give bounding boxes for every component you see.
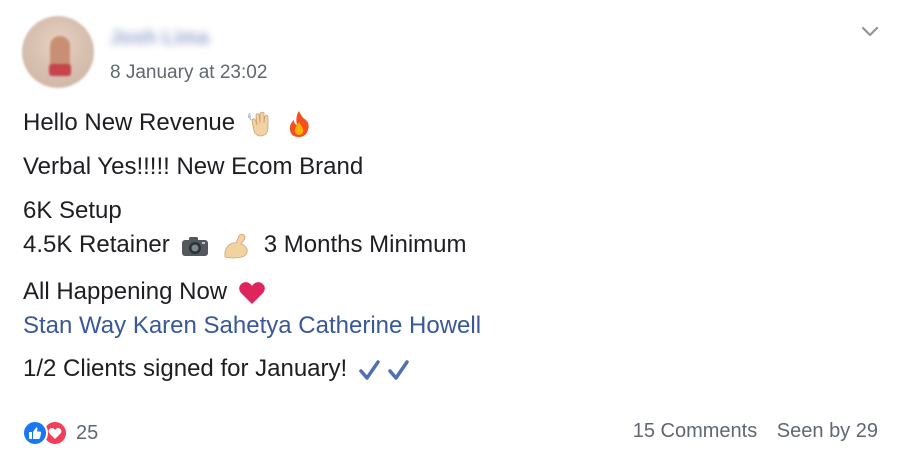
post-text: Verbal Yes!!!!! New Ecom Brand — [23, 153, 364, 180]
post-text: 1/2 Clients signed for January! — [23, 355, 348, 382]
post-line-4: 4.5K Retainer 3 Months Minimum — [23, 230, 467, 261]
post-line-7: 1/2 Clients signed for January! — [23, 354, 409, 384]
post-line-tags: Stan Way Karen Sahetya Catherine Howell — [23, 311, 481, 341]
post-text: All Happening Now — [23, 278, 228, 305]
fire-icon — [290, 110, 310, 137]
flexed-biceps-icon — [224, 233, 248, 259]
camera-icon — [182, 236, 209, 256]
post-line-5: All Happening Now — [23, 277, 266, 307]
avatar[interactable] — [22, 16, 94, 88]
post-line-1: Hello New Revenue — [23, 108, 312, 139]
waving-hand-icon — [247, 111, 269, 137]
avatar-shorts — [49, 64, 71, 76]
post-text: Hello New Revenue — [23, 109, 236, 136]
post-text: 6K Setup — [23, 197, 122, 224]
tagged-user-link[interactable]: Stan Way — [23, 312, 126, 339]
engagement-stats: 15 Comments Seen by 29 — [619, 420, 878, 443]
post-line-3: 6K Setup — [23, 196, 122, 226]
facebook-post: Josh Lima 8 January at 23:02 Hello New R… — [0, 0, 898, 460]
check-mark-icon — [387, 359, 409, 380]
post-text: 3 Months Minimum — [263, 231, 467, 258]
like-reaction-icon — [22, 420, 48, 446]
post-text: 4.5K Retainer — [23, 231, 170, 258]
check-mark-icon — [359, 359, 380, 380]
tagged-user-link[interactable]: Karen Sahetya — [133, 312, 292, 339]
seen-by-link[interactable]: Seen by 29 — [777, 420, 878, 442]
tagged-user-link[interactable]: Catherine Howell — [298, 312, 481, 339]
author-name[interactable]: Josh Lima — [110, 27, 209, 50]
reaction-count: 25 — [76, 421, 99, 444]
post-line-2: Verbal Yes!!!!! New Ecom Brand — [23, 152, 363, 182]
chevron-down-icon[interactable] — [858, 22, 882, 42]
reactions-summary[interactable]: 25 — [22, 419, 98, 447]
post-timestamp[interactable]: 8 January at 23:02 — [110, 62, 267, 84]
red-heart-icon — [238, 281, 265, 304]
comments-link[interactable]: 15 Comments — [633, 420, 758, 442]
